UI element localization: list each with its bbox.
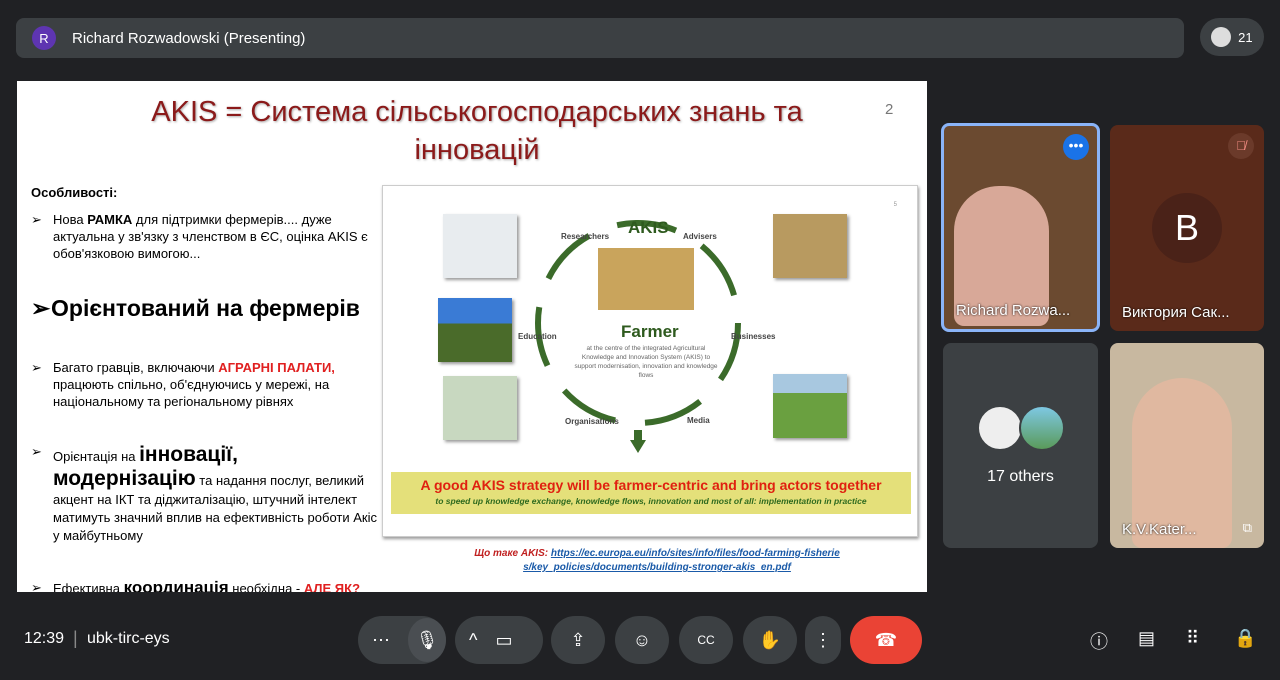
- features-heading: Особливості:: [31, 185, 118, 200]
- raise-hand-button[interactable]: ✋: [743, 616, 797, 664]
- participant-name: Виктория Сак...: [1122, 304, 1230, 321]
- banner-subtitle: to speed up knowledge exchange, knowledg…: [435, 496, 867, 506]
- chat-icon[interactable]: ▤: [1138, 628, 1155, 649]
- audio-controls[interactable]: ⋯ 🎙: [358, 616, 446, 664]
- microphone-button[interactable]: 🎙: [408, 618, 446, 662]
- end-call-button[interactable]: ☎: [850, 616, 922, 664]
- more-options-button[interactable]: ⋮: [805, 616, 841, 664]
- captions-button[interactable]: CC: [679, 616, 733, 664]
- participant-count: 21: [1238, 29, 1253, 45]
- lab-photo: [443, 214, 517, 278]
- bullet-innovation: Орієнтація на інновації, модернізацію та…: [31, 443, 381, 545]
- participant-name: Richard Rozwa...: [956, 302, 1071, 319]
- label-researchers: Researchers: [561, 232, 610, 241]
- participant-avatar: [1019, 405, 1065, 451]
- participant-name: K.V.Kater...: [1122, 521, 1197, 538]
- bullet-framework: Нова РАМКА для підтримки фермерів.... ду…: [31, 211, 381, 262]
- field-group-photo: [438, 298, 512, 362]
- akis-link[interactable]: https://ec.europa.eu/info/sites/info/fil…: [523, 548, 840, 573]
- bullet-coordination: Ефективна координація необхідна - АЛЕ ЯК…: [31, 579, 381, 592]
- farmer-description: at the centre of the integrated Agricult…: [574, 345, 718, 379]
- farmer-photo: [598, 248, 694, 310]
- label-media: Media: [687, 416, 710, 425]
- akis-label: AKIS: [628, 218, 669, 237]
- meeting-code: ubk-tirc-eys: [87, 630, 170, 647]
- participant-avatar: B: [1152, 193, 1222, 263]
- presenter-bar: R Richard Rozwadowski (Presenting): [16, 18, 1184, 58]
- pip-icon[interactable]: ⧉: [1243, 520, 1252, 536]
- banner-title: A good AKIS strategy will be farmer-cent…: [420, 477, 882, 493]
- info-icon[interactable]: ⓘ: [1090, 628, 1108, 654]
- link-label: Що таке AKIS:: [474, 548, 549, 559]
- slide-number: 2: [885, 101, 894, 118]
- present-button[interactable]: ⇪: [551, 616, 605, 664]
- clock: 12:39: [24, 630, 65, 647]
- bullet-players: Багато гравців, включаючи АГРАРНІ ПАЛАТИ…: [31, 359, 381, 410]
- participant-tile-viktoria[interactable]: 🎙̸ B Виктория Сак...: [1110, 125, 1264, 331]
- label-businesses: Businesses: [731, 332, 776, 341]
- muted-mic-icon: 🎙̸: [1228, 133, 1254, 159]
- emoji-button[interactable]: ☺: [615, 616, 669, 664]
- bullet-farmer-oriented: Орієнтований на фермерів: [31, 293, 381, 323]
- camera-button[interactable]: ▭: [495, 630, 512, 651]
- others-tile[interactable]: 17 others: [943, 343, 1098, 548]
- laptop-photo: [773, 374, 847, 438]
- participant-tile-richard[interactable]: ••• Richard Rozwa...: [941, 123, 1100, 332]
- video-controls[interactable]: ^ ▭: [455, 616, 543, 664]
- slide-title: AKIS = Система сільськогосподарських зна…: [151, 96, 803, 166]
- divider: |: [73, 628, 78, 648]
- chevron-up-icon[interactable]: ^: [469, 630, 477, 651]
- activities-icon[interactable]: ⠿: [1186, 628, 1199, 649]
- presenter-avatar: R: [32, 26, 56, 50]
- others-count: 17 others: [987, 468, 1054, 485]
- harvest-photo: [773, 214, 847, 278]
- presenting-label: Richard Rozwadowski (Presenting): [72, 29, 306, 47]
- participant-tile-kv[interactable]: K.V.Kater... ⧉: [1110, 343, 1264, 548]
- label-education: Education: [518, 332, 557, 341]
- more-audio-icon[interactable]: ⋯: [372, 630, 390, 651]
- label-organisations: Organisations: [565, 417, 619, 426]
- meeting-photo: [443, 376, 517, 440]
- control-bar: 12:39 | ubk-tirc-eys ⋯ 🎙 ^ ▭ ⇪ ☺ CC ✋ ⋮ ☎ …: [0, 612, 1280, 668]
- strategy-banner: A good AKIS strategy will be farmer-cent…: [391, 472, 911, 514]
- host-controls-icon[interactable]: 🔒: [1234, 628, 1256, 649]
- diagram-page-number: 5: [893, 202, 897, 208]
- participant-avatar: [977, 405, 1023, 451]
- label-advisers: Advisers: [683, 232, 717, 241]
- more-options-icon[interactable]: •••: [1063, 134, 1089, 160]
- farmer-label: Farmer: [621, 322, 679, 341]
- participants-button[interactable]: 21: [1200, 18, 1264, 56]
- participant-avatars-icon: [1211, 27, 1232, 47]
- akis-diagram: 5 AKIS Farmer at the centre of the integ…: [382, 185, 918, 537]
- presentation-slide: AKIS = Система сільськогосподарських зна…: [17, 81, 927, 592]
